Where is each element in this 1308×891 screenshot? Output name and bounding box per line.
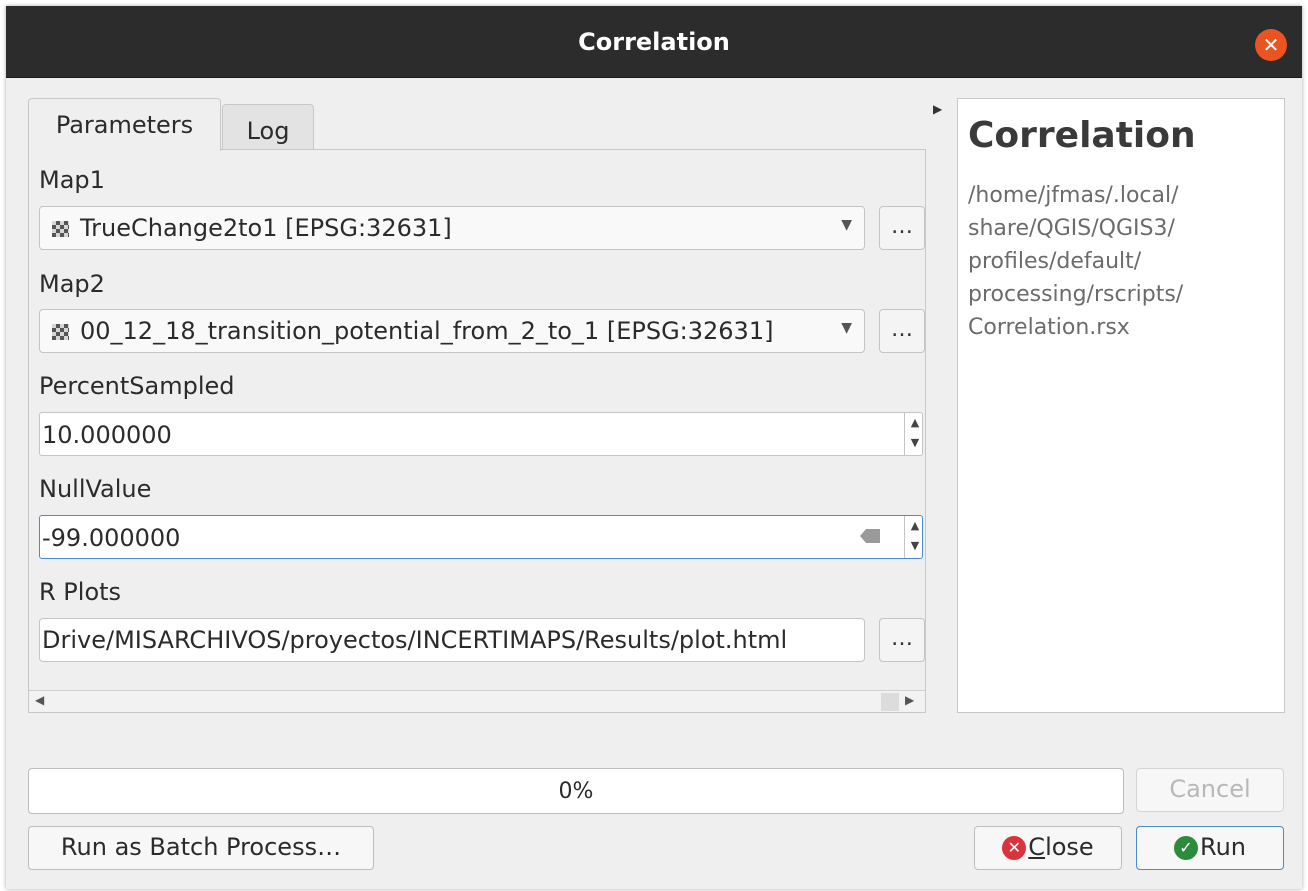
null-value-input[interactable]: -99.000000 ▲ ▼ — [39, 515, 923, 559]
horizontal-scrollbar[interactable]: ◀ ▶ — [29, 690, 925, 712]
check-icon: ✓ — [1173, 836, 1198, 860]
collapse-arrow-icon[interactable]: ▶ — [933, 102, 942, 116]
spin-updown-icon[interactable]: ▲ ▼ — [904, 516, 925, 558]
run-label: Run — [1199, 833, 1247, 861]
map2-label: Map2 — [39, 270, 105, 298]
percent-sampled-input[interactable]: 10.000000 ▲ ▼ — [39, 412, 923, 456]
progress-bar: 0% — [28, 768, 1124, 814]
scroll-left-icon[interactable]: ◀ — [35, 693, 44, 707]
window-title: Correlation — [578, 28, 730, 56]
scroll-right-icon[interactable]: ▶ — [905, 693, 914, 707]
close-mnemonic: C — [1028, 833, 1046, 861]
map1-value: TrueChange2to1 [EPSG:32631] — [80, 214, 452, 242]
run-button[interactable]: ✓ Run — [1136, 826, 1284, 870]
progress-text: 0% — [558, 779, 594, 804]
run-batch-button[interactable]: Run as Batch Process… — [28, 826, 374, 870]
chevron-down-icon: ▼ — [841, 217, 852, 233]
close-label: lose — [1045, 833, 1094, 861]
map1-label: Map1 — [39, 166, 105, 194]
map2-browse-button[interactable]: … — [879, 309, 925, 353]
tab-log[interactable]: Log — [222, 104, 314, 151]
clear-icon[interactable] — [860, 529, 880, 543]
tab-parameters[interactable]: Parameters — [28, 98, 221, 151]
scroll-track[interactable] — [881, 693, 899, 711]
r-plots-input[interactable]: Drive/MISARCHIVOS/proyectos/INCERTIMAPS/… — [39, 618, 865, 662]
r-plots-label: R Plots — [39, 578, 122, 606]
title-bar: Correlation ✕ — [6, 6, 1302, 78]
tab-log-label: Log — [246, 117, 290, 145]
tab-parameters-label: Parameters — [55, 111, 194, 139]
help-title: Correlation — [968, 115, 1196, 156]
percent-sampled-label: PercentSampled — [39, 372, 235, 400]
raster-layer-icon — [52, 221, 69, 237]
dialog-window: Correlation ✕ Parameters Log Map1 TrueCh… — [6, 6, 1302, 889]
chevron-down-icon: ▼ — [841, 320, 852, 336]
null-value-value: -99.000000 — [42, 524, 181, 552]
spin-updown-icon[interactable]: ▲ ▼ — [904, 413, 925, 455]
window-close-button[interactable]: ✕ — [1255, 29, 1287, 61]
r-plots-value: Drive/MISARCHIVOS/proyectos/INCERTIMAPS/… — [42, 626, 788, 654]
close-icon: ✕ — [1002, 836, 1027, 860]
map1-browse-button[interactable]: … — [879, 206, 925, 250]
map1-combo[interactable]: TrueChange2to1 [EPSG:32631] ▼ — [39, 206, 865, 250]
help-panel: Correlation /home/jfmas/.local/ share/QG… — [957, 98, 1285, 713]
parameters-panel: Map1 TrueChange2to1 [EPSG:32631] ▼ … Map… — [28, 149, 926, 713]
close-button[interactable]: ✕ Close — [974, 826, 1122, 870]
percent-sampled-value: 10.000000 — [42, 421, 172, 449]
r-plots-browse-button[interactable]: … — [879, 618, 925, 662]
map2-value: 00_12_18_transition_potential_from_2_to_… — [80, 317, 774, 345]
null-value-label: NullValue — [39, 475, 152, 503]
raster-layer-icon — [52, 324, 69, 340]
cancel-button[interactable]: Cancel — [1136, 768, 1284, 812]
map2-combo[interactable]: 00_12_18_transition_potential_from_2_to_… — [39, 309, 865, 353]
help-script-path: /home/jfmas/.local/ share/QGIS/QGIS3/ pr… — [968, 183, 1184, 340]
